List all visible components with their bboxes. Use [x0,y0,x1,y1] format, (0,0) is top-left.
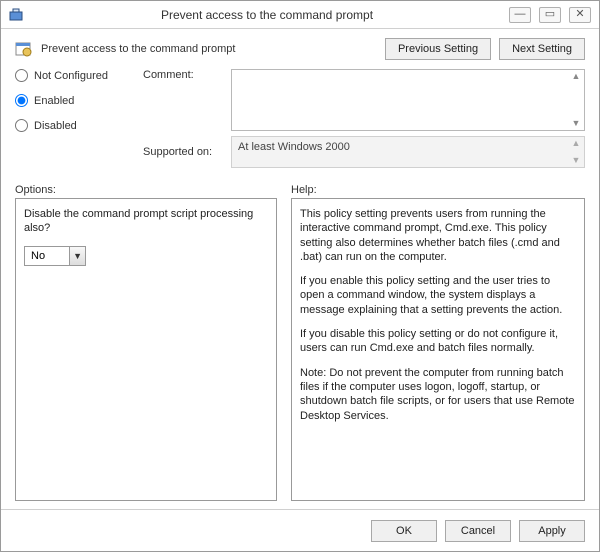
scroll-down-icon: ▼ [570,156,582,165]
radio-not-configured-label: Not Configured [34,70,108,82]
supported-value: At least Windows 2000 [238,141,350,153]
comment-input[interactable] [232,70,568,130]
apply-button[interactable]: Apply [519,520,585,542]
radio-disabled[interactable]: Disabled [15,119,135,132]
radio-not-configured[interactable]: Not Configured [15,69,135,82]
window-title: Prevent access to the command prompt [25,8,509,22]
close-button[interactable]: ✕ [569,7,591,23]
app-icon [7,6,25,24]
section-labels: Options: Help: [1,178,599,198]
help-label: Help: [291,184,585,196]
maximize-button[interactable]: ▭ [539,7,561,23]
config-area: Not Configured Enabled Disabled Comment:… [1,69,599,178]
help-panel: This policy setting prevents users from … [291,198,585,501]
script-processing-dropdown[interactable]: No ▼ [24,246,86,266]
next-setting-button[interactable]: Next Setting [499,38,585,60]
help-paragraph: Note: Do not prevent the computer from r… [300,366,576,423]
policy-header: Prevent access to the command prompt Pre… [1,29,599,69]
state-radios: Not Configured Enabled Disabled [15,69,135,132]
scroll-down-icon: ▼ [570,119,582,128]
help-paragraph: If you enable this policy setting and th… [300,274,576,317]
scroll-up-icon: ▲ [570,139,582,148]
comment-scroll[interactable]: ▲▼ [570,70,582,130]
options-panel: Disable the command prompt script proces… [15,198,277,501]
policy-icon [15,40,33,58]
options-label: Options: [15,184,277,196]
policy-editor-window: Prevent access to the command prompt — ▭… [0,0,600,552]
supported-box: At least Windows 2000 ▲▼ [231,136,585,168]
radio-disabled-label: Disabled [34,120,77,132]
titlebar: Prevent access to the command prompt — ▭… [1,1,599,29]
minimize-button[interactable]: — [509,7,531,23]
chevron-down-icon: ▼ [69,247,85,265]
help-paragraph: If you disable this policy setting or do… [300,327,576,356]
radio-enabled[interactable]: Enabled [15,94,135,107]
dropdown-value: No [25,250,69,262]
window-buttons: — ▭ ✕ [509,7,591,23]
policy-title: Prevent access to the command prompt [41,43,377,55]
panels: Disable the command prompt script proces… [1,198,599,501]
help-paragraph: This policy setting prevents users from … [300,207,576,264]
radio-not-configured-input[interactable] [15,69,28,82]
scroll-up-icon: ▲ [570,72,582,81]
comment-box: ▲▼ [231,69,585,131]
option-question: Disable the command prompt script proces… [24,207,268,236]
help-text: This policy setting prevents users from … [300,207,576,492]
radio-disabled-input[interactable] [15,119,28,132]
radio-enabled-label: Enabled [34,95,74,107]
supported-scroll: ▲▼ [570,137,582,167]
radio-enabled-input[interactable] [15,94,28,107]
supported-label: Supported on: [143,146,223,158]
ok-button[interactable]: OK [371,520,437,542]
cancel-button[interactable]: Cancel [445,520,511,542]
previous-setting-button[interactable]: Previous Setting [385,38,491,60]
comment-label: Comment: [143,69,223,81]
dialog-footer: OK Cancel Apply [1,509,599,551]
